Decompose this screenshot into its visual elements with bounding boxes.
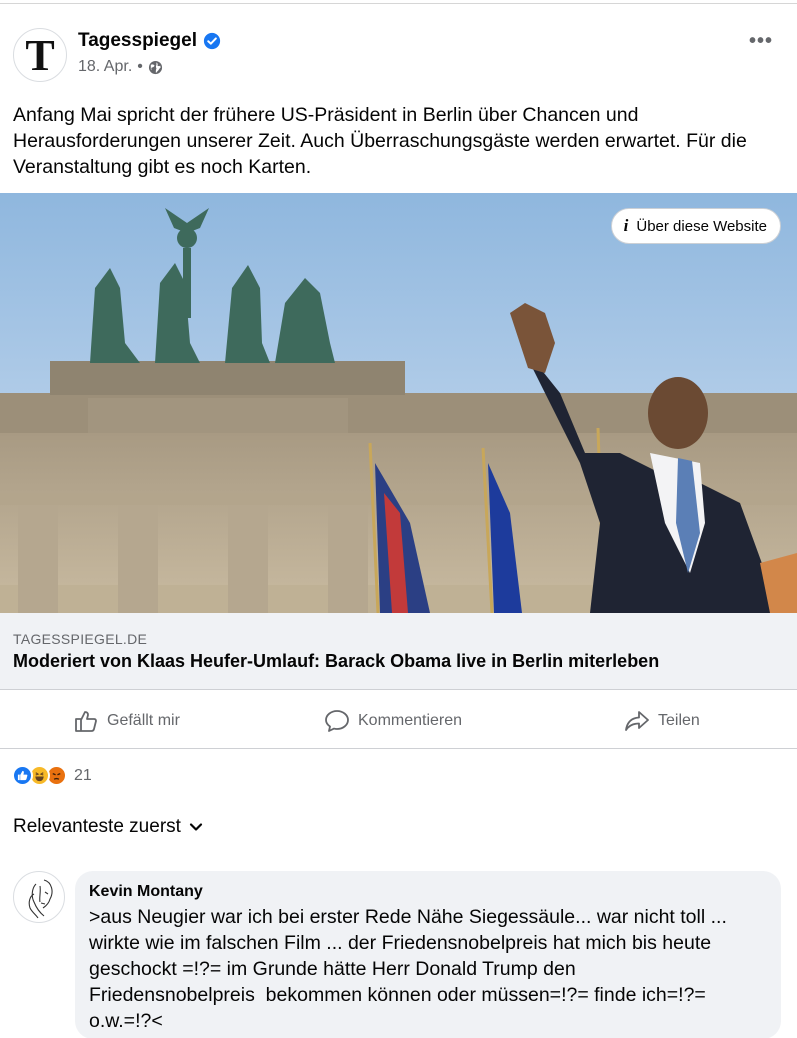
about-website-button[interactable]: i Über diese Website <box>610 208 781 244</box>
thumbs-up-icon <box>75 710 97 732</box>
about-website-label: Über diese Website <box>636 217 767 235</box>
link-preview-caption[interactable]: TAGESSPIEGEL.DE Moderiert von Klaas Heuf… <box>0 613 797 690</box>
share-button[interactable]: Teilen <box>624 692 700 749</box>
commenter-avatar[interactable] <box>13 871 65 923</box>
globe-icon <box>148 60 162 74</box>
reaction-count: 21 <box>74 766 92 784</box>
sketch-face-icon <box>28 879 53 919</box>
share-label: Teilen <box>658 711 700 729</box>
post-meta: 18. Apr. • <box>78 58 163 76</box>
top-divider <box>0 0 797 4</box>
link-preview-image[interactable]: i Über diese Website <box>0 193 797 613</box>
avatar-letter: T <box>25 31 55 80</box>
comment-author[interactable]: Kevin Montany <box>89 883 767 901</box>
comment-bubble: Kevin Montany >aus Neugier war ich bei e… <box>75 871 781 1038</box>
info-icon: i <box>623 216 629 235</box>
like-button[interactable]: Gefällt mir <box>73 692 180 749</box>
reactions-summary[interactable]: 21 <box>12 765 92 786</box>
sort-label: Relevanteste zuerst <box>13 816 181 837</box>
verified-badge-icon <box>203 32 221 50</box>
link-domain: TAGESSPIEGEL.DE <box>13 631 148 647</box>
post-date[interactable]: 18. Apr. <box>78 58 132 76</box>
comment-text: >aus Neugier war ich bei erster Rede Näh… <box>89 906 727 1032</box>
comment-sort-dropdown[interactable]: Relevanteste zuerst <box>13 816 203 838</box>
meta-separator: • <box>137 58 143 75</box>
comment-icon <box>325 709 349 732</box>
page-avatar[interactable]: T <box>13 28 67 82</box>
comment-button[interactable]: Kommentieren <box>324 692 462 749</box>
link-title: Moderiert von Klaas Heufer-Umlauf: Barac… <box>13 651 660 671</box>
page-name-row: Tagesspiegel <box>78 30 221 52</box>
share-arrow-icon <box>625 710 649 731</box>
brandenburg-gate-photo <box>0 193 797 613</box>
page-name[interactable]: Tagesspiegel <box>78 30 197 52</box>
like-icon <box>12 765 33 786</box>
like-label: Gefällt mir <box>107 711 180 729</box>
post-text: Anfang Mai spricht der frühere US-Präsid… <box>13 104 747 178</box>
chevron-down-icon <box>189 823 203 831</box>
post-actions-bar: Gefällt mir Kommentieren Teilen <box>0 692 797 749</box>
more-options-button[interactable]: ••• <box>749 30 773 53</box>
comment-label: Kommentieren <box>358 711 463 729</box>
